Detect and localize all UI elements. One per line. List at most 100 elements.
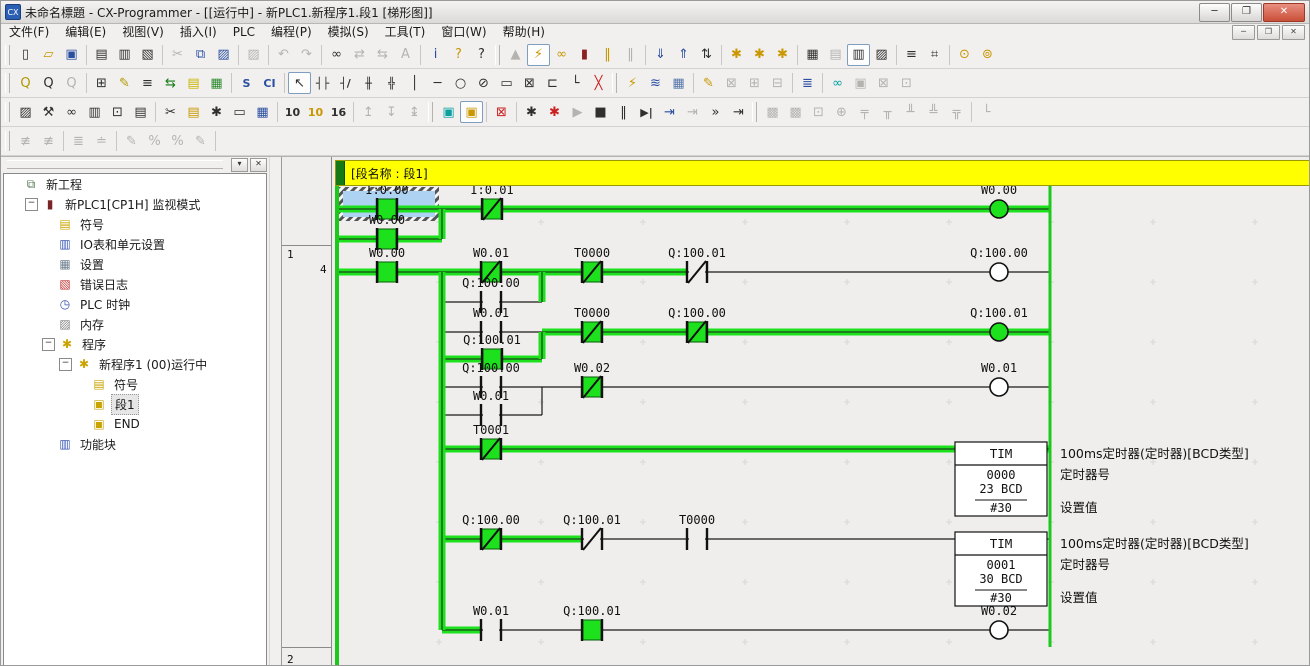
copy-icon[interactable]: ⧉ bbox=[189, 44, 212, 66]
hand-tool-icon[interactable]: ✱ bbox=[205, 101, 228, 123]
sim-pause-icon[interactable]: ‖ bbox=[612, 101, 635, 123]
tree-item-programs[interactable]: −✱程序 bbox=[4, 334, 266, 354]
monitor-signed-decimal-icon[interactable]: 10 bbox=[304, 101, 327, 123]
mdi-restore-button[interactable]: ❐ bbox=[1257, 25, 1280, 40]
nc-contact-T0000[interactable] bbox=[582, 321, 602, 343]
sim-step-in-icon[interactable]: ⇥ bbox=[658, 101, 681, 123]
dialog-view-icon[interactable]: ▭ bbox=[228, 101, 251, 123]
tree-item-settings[interactable]: ▦设置 bbox=[4, 254, 266, 274]
monitor-decimal-icon[interactable]: 10 bbox=[281, 101, 304, 123]
set-protection-icon[interactable]: ⊙ bbox=[953, 44, 976, 66]
program-structure-icon[interactable]: ≣ bbox=[796, 72, 819, 94]
menu-e[interactable]: 编辑(E) bbox=[57, 24, 114, 41]
nc-contact-T0001[interactable] bbox=[481, 438, 501, 460]
monitor-find-icon[interactable]: ∞ bbox=[550, 44, 573, 66]
tree-item-plc-device[interactable]: −▮新PLC1[CP1H] 监视模式 bbox=[4, 194, 266, 214]
tree-expand-box[interactable]: − bbox=[25, 198, 38, 211]
online-warning-icon[interactable]: ▮ bbox=[573, 44, 596, 66]
workspace-close-button[interactable]: ✕ bbox=[250, 158, 267, 172]
monitor-hex-icon[interactable]: 16 bbox=[327, 101, 350, 123]
save-project-icon[interactable]: ▣ bbox=[60, 44, 83, 66]
cross-reference-icon[interactable]: ⌗ bbox=[923, 44, 946, 66]
watch-hr-icon[interactable]: ∞ bbox=[826, 72, 849, 94]
coil-Q:100.01[interactable] bbox=[990, 323, 1008, 341]
no-contact-Q:100.01[interactable] bbox=[582, 619, 602, 641]
show-rung-annotation-icon[interactable]: ≡ bbox=[136, 72, 159, 94]
find-icon[interactable]: ∞ bbox=[325, 44, 348, 66]
work-online-simulator-icon[interactable]: ▣ bbox=[437, 101, 460, 123]
paste-icon[interactable]: ▨ bbox=[212, 44, 235, 66]
delete-line-icon[interactable]: ╳ bbox=[587, 72, 610, 94]
help-topics-icon[interactable]: ? bbox=[447, 44, 470, 66]
close-button[interactable]: ✕ bbox=[1263, 3, 1305, 22]
tree-expand-box[interactable]: − bbox=[59, 358, 72, 371]
tree-expand-box[interactable]: − bbox=[42, 338, 55, 351]
no-contact-T0000[interactable] bbox=[687, 528, 707, 550]
about-icon[interactable]: i bbox=[424, 44, 447, 66]
monitor-mode-icon[interactable]: ⚡ bbox=[527, 44, 550, 66]
tree-item-function-blocks[interactable]: ▥功能块 bbox=[4, 434, 266, 454]
program-check-icon[interactable]: ✱ bbox=[748, 44, 771, 66]
notes-icon[interactable]: ▤ bbox=[182, 101, 205, 123]
menu-f[interactable]: 文件(F) bbox=[1, 24, 57, 41]
workspace-grip[interactable] bbox=[7, 160, 223, 169]
sim-stop-icon[interactable]: ■ bbox=[589, 101, 612, 123]
select-mode-icon[interactable]: ↖ bbox=[288, 72, 311, 94]
toolbar-handle[interactable] bbox=[5, 102, 10, 122]
horizontal-line-icon[interactable]: ─ bbox=[426, 72, 449, 94]
edit-comment-icon[interactable]: ✎ bbox=[113, 72, 136, 94]
zoom-in-icon[interactable]: Q bbox=[14, 72, 37, 94]
release-access-icon[interactable]: ✱ bbox=[771, 44, 794, 66]
panel-splitter[interactable] bbox=[269, 157, 282, 666]
toolbar-handle[interactable] bbox=[752, 102, 757, 122]
tree-item-plc-clock[interactable]: ◷PLC 时钟 bbox=[4, 294, 266, 314]
coil-W0.02[interactable] bbox=[990, 621, 1008, 639]
symbol-bar-icon[interactable]: ▤ bbox=[182, 72, 205, 94]
menu-t[interactable]: 工具(T) bbox=[377, 24, 434, 41]
debug-run-icon[interactable]: ✱ bbox=[520, 101, 543, 123]
simulator-disconnect-icon[interactable]: ⊠ bbox=[490, 101, 513, 123]
tree-item-section-end[interactable]: ▣END bbox=[4, 414, 266, 434]
menu-h[interactable]: 帮助(H) bbox=[495, 24, 553, 41]
transfer-options-icon[interactable]: ▥ bbox=[83, 101, 106, 123]
toolbar-handle[interactable] bbox=[428, 102, 433, 122]
compile-program-icon[interactable]: ⚒ bbox=[37, 101, 60, 123]
toolbar-handle[interactable] bbox=[612, 73, 617, 93]
pause-monitor-icon[interactable]: ‖ bbox=[596, 44, 619, 66]
monitor-power-flow-icon[interactable]: ⚡ bbox=[621, 72, 644, 94]
split-window-icon[interactable]: ✂ bbox=[159, 101, 182, 123]
menu-i[interactable]: 插入(I) bbox=[172, 24, 225, 41]
sim-scan-run-icon[interactable]: ⇥ bbox=[727, 101, 750, 123]
toolbox-icon[interactable]: ▨ bbox=[14, 101, 37, 123]
properties-icon[interactable]: ▤ bbox=[129, 101, 152, 123]
show-grid-icon[interactable]: ⊞ bbox=[90, 72, 113, 94]
online-edit-begin-icon[interactable]: ✎ bbox=[697, 72, 720, 94]
timer-chart-icon[interactable]: ▦ bbox=[667, 72, 690, 94]
view-io-table-icon[interactable]: ▦ bbox=[801, 44, 824, 66]
toolbar-handle[interactable] bbox=[5, 131, 10, 151]
nc-contact-T0000[interactable] bbox=[582, 261, 602, 283]
open-project-icon[interactable]: ▱ bbox=[37, 44, 60, 66]
online-edit-layers-icon[interactable]: ≋ bbox=[644, 72, 667, 94]
keyboard-mapping-icon[interactable]: ▦ bbox=[251, 101, 274, 123]
toolbar-handle[interactable] bbox=[5, 45, 10, 65]
toolbar-handle[interactable] bbox=[495, 45, 500, 65]
view-ladder-icon[interactable]: ▥ bbox=[847, 44, 870, 66]
compile-all-icon[interactable]: ∞ bbox=[60, 101, 83, 123]
show-io-comment-icon[interactable]: S bbox=[235, 72, 258, 94]
tree-item-symbols[interactable]: ▤符号 bbox=[4, 214, 266, 234]
upload-from-plc-icon[interactable]: ⇑ bbox=[672, 44, 695, 66]
tree-item-section1[interactable]: ▣段1 bbox=[4, 394, 266, 414]
new-project-icon[interactable]: ▯ bbox=[14, 44, 37, 66]
workspace-menu-button[interactable]: ▾ bbox=[231, 158, 248, 172]
new-open-contact-icon[interactable]: ┤├ bbox=[311, 72, 334, 94]
compare-with-plc-icon[interactable]: ⇅ bbox=[695, 44, 718, 66]
mdi-minimize-button[interactable]: ─ bbox=[1232, 25, 1255, 40]
page-setup-icon[interactable]: ▤ bbox=[90, 44, 113, 66]
tree-item-program1-symbols[interactable]: ▤符号 bbox=[4, 374, 266, 394]
new-coil-icon[interactable]: ○ bbox=[449, 72, 472, 94]
tree-item-io-table[interactable]: ▥IO表和单元设置 bbox=[4, 234, 266, 254]
debug-stop-icon[interactable]: ✱ bbox=[543, 101, 566, 123]
new-plc-instruction-icon[interactable]: ⊏ bbox=[541, 72, 564, 94]
tree-item-program1[interactable]: −✱新程序1 (00)运行中 bbox=[4, 354, 266, 374]
